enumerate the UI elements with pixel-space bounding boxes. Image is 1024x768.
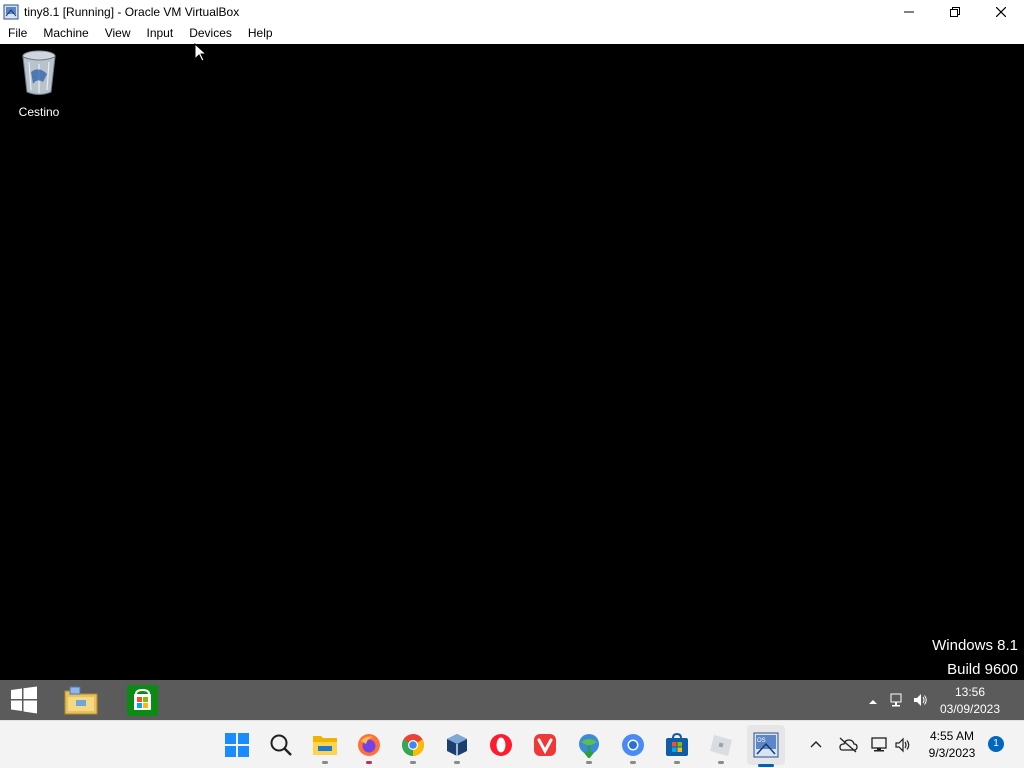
guest-file-explorer-icon[interactable]: [64, 686, 98, 715]
running-indicator: [366, 761, 372, 764]
svg-text:OS: OS: [757, 738, 766, 744]
host-roblox-icon[interactable]: [708, 732, 734, 758]
host-taskbar: OS 4:55 AM 9/3/2023: [0, 720, 1024, 768]
host-virtualbox-vm-icon[interactable]: OS: [753, 732, 779, 758]
guest-clock-date[interactable]: 03/09/2023: [935, 702, 1005, 716]
running-indicator: [454, 761, 460, 764]
show-hidden-icons-button[interactable]: [806, 735, 826, 755]
desktop-icon-recycle-bin[interactable]: Cestino: [10, 50, 68, 119]
host-microsoft-store-icon[interactable]: [664, 732, 690, 758]
windows-build-watermark: Build 9600: [947, 661, 1018, 678]
vm-display[interactable]: Cestino Windows 8.1 Build 9600: [0, 44, 1024, 680]
running-indicator: [586, 761, 592, 764]
chevron-up-icon: [810, 741, 822, 748]
close-button[interactable]: [978, 0, 1024, 23]
minimize-button[interactable]: [886, 0, 932, 23]
active-app-indicator: [758, 764, 774, 767]
guest-clock-time[interactable]: 13:56: [935, 685, 1005, 699]
host-clock-date[interactable]: 9/3/2023: [920, 746, 984, 760]
host-download-manager-icon[interactable]: [576, 732, 602, 758]
guest-start-button[interactable]: [10, 686, 38, 714]
virtualbox-app-icon: [3, 4, 19, 20]
running-indicator: [410, 761, 416, 764]
windows11-logo-icon: [225, 733, 249, 757]
onedrive-offline-icon[interactable]: [838, 735, 858, 755]
host-vivaldi-icon[interactable]: [532, 732, 558, 758]
host-chrome-icon[interactable]: [400, 732, 426, 758]
running-indicator: [718, 761, 724, 764]
running-indicator: [630, 761, 636, 764]
notification-count-badge[interactable]: 1: [988, 736, 1004, 752]
host-start-button[interactable]: [224, 732, 250, 758]
menu-help[interactable]: Help: [240, 23, 281, 44]
restore-button[interactable]: [932, 0, 978, 23]
mouse-cursor-icon: [194, 42, 208, 67]
host-opera-icon[interactable]: [488, 732, 514, 758]
running-indicator: [674, 761, 680, 764]
guest-network-icon[interactable]: [888, 692, 904, 708]
host-clock-time[interactable]: 4:55 AM: [920, 729, 984, 743]
window-titlebar[interactable]: tiny8.1 [Running] - Oracle VM VirtualBox: [0, 0, 1024, 23]
host-virtualbox-icon[interactable]: [444, 732, 470, 758]
guest-tray-show-hidden-icon[interactable]: [868, 694, 878, 704]
search-icon: [270, 734, 292, 756]
menu-bar: File Machine View Input Devices Help: [0, 23, 1024, 44]
guest-taskbar: 13:56 03/09/2023: [0, 680, 1024, 720]
recycle-bin-icon: [21, 50, 57, 101]
host-file-explorer-icon[interactable]: [312, 732, 338, 758]
host-search-button[interactable]: [268, 732, 294, 758]
network-icon[interactable]: [870, 735, 890, 755]
volume-icon[interactable]: [893, 735, 913, 755]
menu-machine[interactable]: Machine: [35, 23, 96, 44]
window-title: tiny8.1 [Running] - Oracle VM VirtualBox: [24, 4, 240, 19]
menu-file[interactable]: File: [0, 23, 35, 44]
guest-volume-icon[interactable]: [912, 692, 928, 708]
running-indicator: [322, 761, 328, 764]
windows-version-watermark: Windows 8.1: [932, 637, 1018, 654]
windows-logo-icon: [11, 686, 37, 714]
menu-input[interactable]: Input: [139, 23, 182, 44]
host-firefox-icon[interactable]: [356, 732, 382, 758]
guest-store-icon[interactable]: [127, 685, 158, 716]
host-chromium-icon[interactable]: [620, 732, 646, 758]
desktop-icon-label: Cestino: [18, 105, 60, 119]
menu-view[interactable]: View: [97, 23, 139, 44]
menu-devices[interactable]: Devices: [181, 23, 240, 44]
